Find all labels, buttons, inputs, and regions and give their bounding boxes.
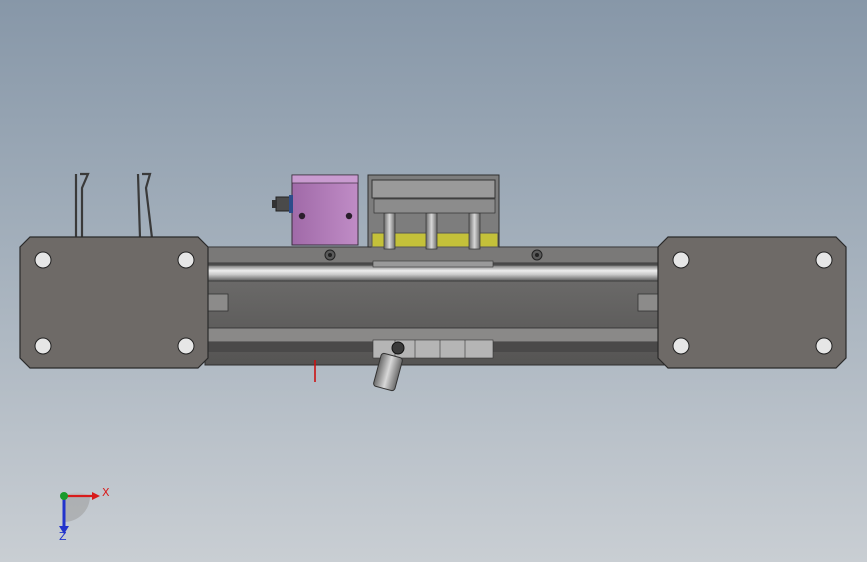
- graphics-viewport[interactable]: X Y Z: [0, 0, 867, 562]
- bracket-hooks: [74, 172, 154, 239]
- right-end-plate: [657, 236, 847, 369]
- left-end-plate: [19, 236, 209, 369]
- z-axis-label: Z: [59, 530, 67, 543]
- actuator-model[interactable]: [0, 0, 867, 562]
- x-axis-label: X: [102, 486, 110, 499]
- sensor-block: [272, 174, 359, 246]
- y-axis-dot: [60, 492, 68, 500]
- orientation-triad[interactable]: [59, 492, 100, 534]
